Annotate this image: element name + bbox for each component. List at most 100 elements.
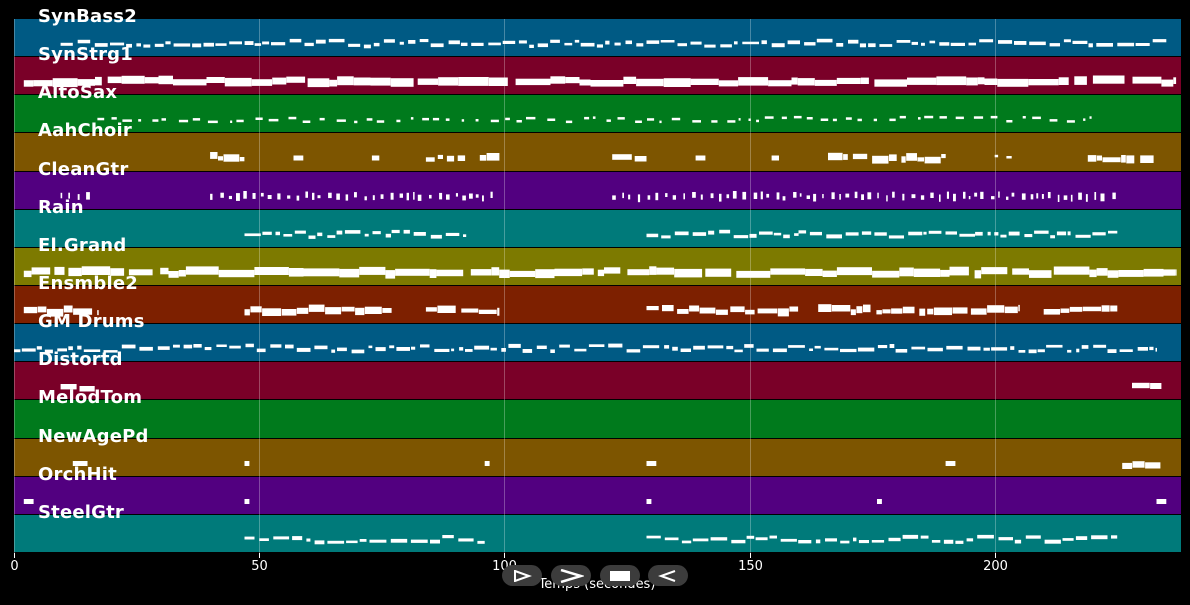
note-block bbox=[1025, 535, 1041, 539]
note-block bbox=[920, 195, 925, 200]
note-block bbox=[259, 538, 269, 541]
note-block bbox=[425, 307, 437, 312]
note-block bbox=[224, 77, 252, 87]
note-block bbox=[354, 192, 357, 198]
note-block bbox=[816, 38, 833, 43]
note-block bbox=[372, 195, 375, 201]
track-notes bbox=[23, 266, 1177, 279]
back-button[interactable] bbox=[648, 565, 688, 586]
note-block bbox=[136, 43, 141, 47]
note-block bbox=[328, 192, 332, 199]
note-block bbox=[1046, 344, 1063, 348]
note-block bbox=[622, 192, 624, 199]
note-block bbox=[646, 461, 657, 466]
note-block bbox=[730, 306, 745, 313]
note-block bbox=[370, 77, 391, 86]
note-block bbox=[1089, 269, 1097, 278]
note-block bbox=[859, 43, 866, 48]
note-block bbox=[623, 76, 637, 84]
note-block bbox=[218, 156, 223, 161]
note-block bbox=[371, 155, 380, 161]
note-block bbox=[236, 119, 244, 123]
note-block bbox=[1021, 193, 1026, 200]
track-label: SynBass2 bbox=[38, 6, 137, 27]
play-button[interactable] bbox=[502, 565, 542, 586]
track-notes bbox=[60, 191, 1116, 203]
note-block bbox=[1029, 41, 1046, 46]
note-block bbox=[1018, 350, 1026, 353]
note-block bbox=[417, 194, 422, 201]
note-block bbox=[550, 76, 566, 84]
note-block bbox=[793, 115, 802, 119]
note-block bbox=[681, 540, 692, 544]
note-block bbox=[1034, 230, 1049, 234]
note-block bbox=[646, 233, 659, 238]
note-block bbox=[482, 195, 484, 202]
note-block bbox=[998, 191, 1000, 198]
note-block bbox=[798, 540, 812, 544]
note-block bbox=[1028, 349, 1037, 354]
note-block bbox=[901, 156, 906, 163]
track-lane: SynBass2 bbox=[14, 7, 1181, 56]
note-block bbox=[913, 268, 941, 277]
note-block bbox=[949, 266, 969, 276]
x-tick bbox=[504, 553, 505, 558]
note-block bbox=[359, 266, 386, 275]
note-block bbox=[502, 40, 516, 44]
note-block bbox=[250, 306, 262, 313]
note-block bbox=[296, 195, 300, 201]
x-tick bbox=[259, 553, 260, 558]
forward-button[interactable] bbox=[551, 565, 591, 586]
note-block bbox=[973, 116, 984, 119]
note-block bbox=[745, 309, 755, 315]
note-block bbox=[161, 118, 166, 121]
note-block bbox=[727, 120, 736, 123]
note-block bbox=[315, 39, 326, 44]
note-block bbox=[364, 306, 382, 314]
note-block bbox=[1069, 306, 1083, 312]
note-block bbox=[939, 194, 941, 202]
note-block bbox=[911, 346, 926, 350]
note-block bbox=[1093, 344, 1107, 348]
note-block bbox=[337, 76, 354, 86]
note-block bbox=[341, 306, 355, 312]
note-block bbox=[1072, 40, 1088, 44]
note-block bbox=[262, 308, 282, 316]
note-block bbox=[308, 304, 325, 312]
track-lane: CleanGtr bbox=[14, 160, 1181, 209]
note-block bbox=[366, 118, 373, 121]
note-block bbox=[923, 231, 927, 235]
note-block bbox=[1108, 230, 1118, 234]
note-block bbox=[907, 77, 937, 85]
note-block bbox=[430, 234, 442, 239]
note-block bbox=[757, 308, 778, 314]
note-block bbox=[389, 345, 395, 349]
note-block bbox=[1107, 270, 1119, 278]
note-block bbox=[1083, 118, 1086, 121]
note-block bbox=[228, 195, 232, 200]
note-block bbox=[902, 306, 915, 314]
note-block bbox=[192, 118, 201, 121]
note-block bbox=[822, 194, 824, 199]
track-notes bbox=[14, 343, 1157, 354]
note-block bbox=[173, 79, 207, 86]
note-block bbox=[363, 44, 371, 49]
note-block bbox=[873, 118, 877, 122]
note-block bbox=[732, 191, 737, 199]
note-block bbox=[522, 349, 533, 353]
note-block bbox=[293, 155, 304, 161]
note-block bbox=[974, 270, 982, 279]
note-block bbox=[769, 535, 777, 539]
stop-button[interactable] bbox=[600, 565, 640, 586]
note-block bbox=[430, 539, 440, 544]
note-block bbox=[268, 118, 279, 122]
note-block bbox=[815, 539, 821, 544]
note-block bbox=[1006, 120, 1013, 123]
track-notes bbox=[60, 38, 1167, 49]
note-block bbox=[605, 40, 610, 45]
note-block bbox=[760, 191, 763, 200]
note-block bbox=[967, 346, 981, 351]
note-block bbox=[574, 39, 580, 43]
note-block bbox=[287, 195, 291, 199]
note-block bbox=[294, 230, 306, 234]
